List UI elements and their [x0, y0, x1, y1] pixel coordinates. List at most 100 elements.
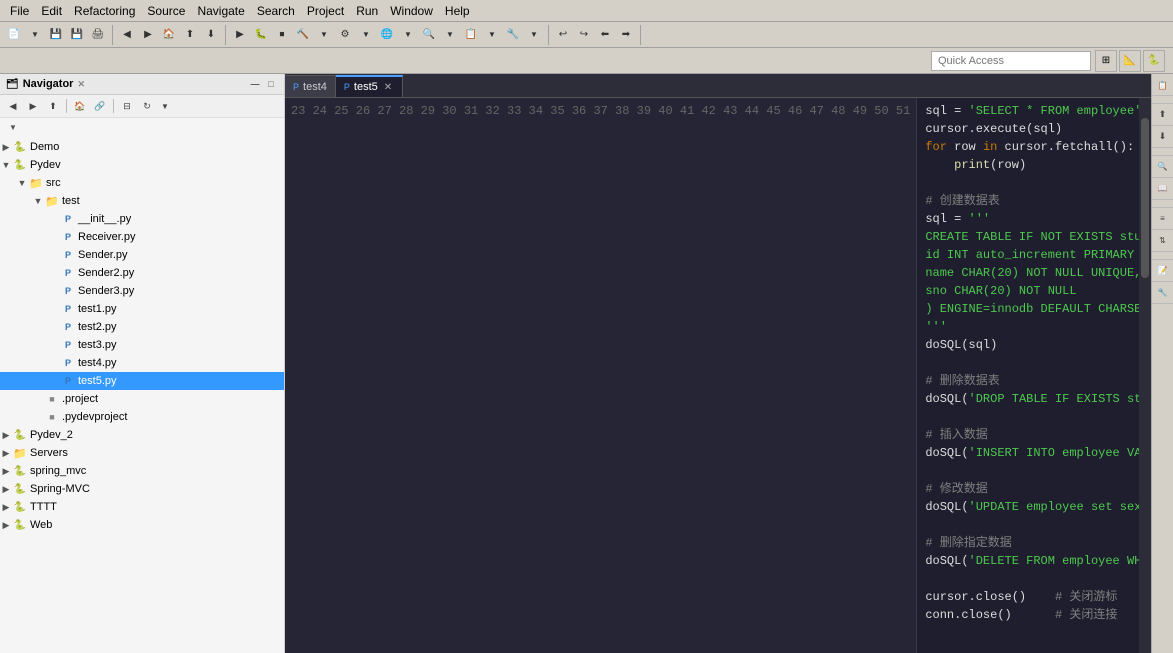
tree-item-sender2[interactable]: PSender2.py: [0, 264, 284, 282]
nav-link-btn[interactable]: 🔗: [91, 97, 109, 115]
menu-search[interactable]: Search: [251, 2, 301, 20]
panel-maximize-btn[interactable]: □: [264, 77, 278, 91]
tree-item-receiver[interactable]: PReceiver.py: [0, 228, 284, 246]
tree-item-spring_mvc[interactable]: ▶🐍spring_mvc: [0, 462, 284, 480]
toolbar-stop-btn[interactable]: ⏹: [272, 25, 292, 45]
toolbar-ext5[interactable]: 🔧: [503, 25, 523, 45]
toolbar-print-btn[interactable]: 🖨: [88, 25, 108, 45]
rs-btn-3[interactable]: 🔍: [1152, 156, 1173, 178]
nav-collapse-btn[interactable]: ⊟: [118, 97, 136, 115]
quick-access-input[interactable]: [931, 51, 1091, 71]
tree-arrow-SpringMVC: ▶: [0, 484, 12, 495]
tab-test4[interactable]: Ptest4: [285, 75, 336, 97]
toolbar-ext4-dd[interactable]: ▼: [482, 25, 502, 45]
rs-btn-0[interactable]: 📋: [1152, 74, 1173, 96]
toolbar-ext4[interactable]: 📋: [461, 25, 481, 45]
tree-item-test1[interactable]: Ptest1.py: [0, 300, 284, 318]
nav-home-btn[interactable]: 🏠: [71, 97, 89, 115]
toolbar-forward-btn[interactable]: ▶: [138, 25, 158, 45]
toolbar-ext2-dd[interactable]: ▼: [398, 25, 418, 45]
rs-btn-4[interactable]: 📖: [1152, 178, 1173, 200]
menu-refactoring[interactable]: Refactoring: [68, 2, 141, 20]
panel-title-group: 🗂 Navigator ✕: [6, 78, 85, 90]
toolbar-ext2[interactable]: 🌐: [377, 25, 397, 45]
tree-item-sender3[interactable]: PSender3.py: [0, 282, 284, 300]
tree-item-dotproject[interactable]: ■.project: [0, 390, 284, 408]
toolbar-build-btn[interactable]: 🔨: [293, 25, 313, 45]
tree-item-SpringMVC[interactable]: ▶🐍Spring-MVC: [0, 480, 284, 498]
tree-item-test4[interactable]: Ptest4.py: [0, 354, 284, 372]
scrollbar-thumb[interactable]: [1141, 118, 1149, 278]
tree-item-demo[interactable]: ▶🐍Demo: [0, 138, 284, 156]
tree-item-src[interactable]: ▼📁src: [0, 174, 284, 192]
toolbar-debug-btn[interactable]: 🐛: [251, 25, 271, 45]
toolbar-next-btn[interactable]: ➡: [616, 25, 636, 45]
rs-btn-5[interactable]: ≡: [1152, 208, 1173, 230]
toolbar-icon2[interactable]: ⬇: [201, 25, 221, 45]
tree-icon-servers: 📁: [12, 445, 28, 461]
toolbar-save-btn[interactable]: 💾: [46, 25, 66, 45]
nav-collapse-arrow[interactable]: ▼: [6, 120, 20, 134]
menu-run[interactable]: Run: [350, 2, 384, 20]
toolbar-ext3-dd[interactable]: ▼: [440, 25, 460, 45]
rs-btn-1[interactable]: ⬆: [1152, 104, 1173, 126]
toolbar-back-btn[interactable]: ◀: [117, 25, 137, 45]
menu-navigate[interactable]: Navigate: [191, 2, 250, 20]
tree-item-web[interactable]: ▶🐍Web: [0, 516, 284, 534]
toolbar-new-btn[interactable]: 📄: [4, 25, 24, 45]
panel-minimize-btn[interactable]: —: [248, 77, 262, 91]
qa-perspectives-btn[interactable]: ⊞: [1095, 50, 1117, 72]
rs-btn-7[interactable]: 📝: [1152, 260, 1173, 282]
menu-source[interactable]: Source: [141, 2, 191, 20]
toolbar-prev-btn[interactable]: ⬅: [595, 25, 615, 45]
toolbar-run-dropdown[interactable]: ▼: [314, 25, 334, 45]
tree-label-test: test: [62, 195, 80, 207]
tree-arrow-spring_mvc: ▶: [0, 466, 12, 477]
nav-up-btn[interactable]: ⬆: [44, 97, 62, 115]
tree-item-test[interactable]: ▼📁test: [0, 192, 284, 210]
menu-project[interactable]: Project: [301, 2, 350, 20]
tree-item-servers[interactable]: ▶📁Servers: [0, 444, 284, 462]
toolbar-saveall-btn[interactable]: 💾: [67, 25, 87, 45]
rs-sep3: [1152, 200, 1173, 208]
tree-item-tttt[interactable]: ▶🐍TTTT: [0, 498, 284, 516]
rs-btn-8[interactable]: 🔧: [1152, 282, 1173, 304]
toolbar-redo-btn[interactable]: ↪: [574, 25, 594, 45]
tree-item-test3[interactable]: Ptest3.py: [0, 336, 284, 354]
code-content[interactable]: sql = 'SELECT * FROM employee' cursor.ex…: [917, 98, 1139, 653]
toolbar-ext5-dd[interactable]: ▼: [524, 25, 544, 45]
nav-refresh-btn[interactable]: ↻: [138, 97, 156, 115]
toolbar-ext1-dd[interactable]: ▼: [356, 25, 376, 45]
menu-edit[interactable]: Edit: [35, 2, 68, 20]
nav-forward-btn[interactable]: ▶: [24, 97, 42, 115]
tree-item-init[interactable]: P__init__.py: [0, 210, 284, 228]
nav-back-btn[interactable]: ◀: [4, 97, 22, 115]
tree-item-test2[interactable]: Ptest2.py: [0, 318, 284, 336]
scrollbar[interactable]: [1139, 98, 1151, 653]
toolbar-ext1[interactable]: ⚙: [335, 25, 355, 45]
rs-btn-2[interactable]: ⬇: [1152, 126, 1173, 148]
tab-close-test5[interactable]: ✕: [382, 82, 394, 93]
tree-item-pydev[interactable]: ▼🐍Pydev: [0, 156, 284, 174]
toolbar-run-btn[interactable]: ▶: [230, 25, 250, 45]
tab-test5[interactable]: Ptest5✕: [336, 75, 403, 97]
tree-item-test5[interactable]: Ptest5.py: [0, 372, 284, 390]
tree-view[interactable]: ▶🐍Demo▼🐍Pydev▼📁src▼📁testP__init__.pyPRec…: [0, 136, 284, 653]
tree-item-dotpydevproject[interactable]: ■.pydevproject: [0, 408, 284, 426]
nav-toolbar: ◀ ▶ ⬆ 🏠 🔗 ⊟ ↻ ▼: [0, 95, 284, 118]
toolbar-home-btn[interactable]: 🏠: [159, 25, 179, 45]
menu-file[interactable]: File: [4, 2, 35, 20]
qa-icon2[interactable]: 🐍: [1143, 50, 1165, 72]
toolbar-undo-btn[interactable]: ↩: [553, 25, 573, 45]
toolbar-new-dropdown[interactable]: ▼: [25, 25, 45, 45]
menu-window[interactable]: Window: [384, 2, 439, 20]
nav-menu-btn[interactable]: ▼: [158, 99, 172, 113]
toolbar-icon1[interactable]: ⬆: [180, 25, 200, 45]
rs-btn-6[interactable]: ⇅: [1152, 230, 1173, 252]
toolbar-ext3[interactable]: 🔍: [419, 25, 439, 45]
tree-item-pydev2[interactable]: ▶🐍Pydev_2: [0, 426, 284, 444]
tree-item-sender[interactable]: PSender.py: [0, 246, 284, 264]
qa-icon1[interactable]: 📐: [1119, 50, 1141, 72]
tree-icon-tttt: 🐍: [12, 499, 28, 515]
menu-help[interactable]: Help: [439, 2, 476, 20]
